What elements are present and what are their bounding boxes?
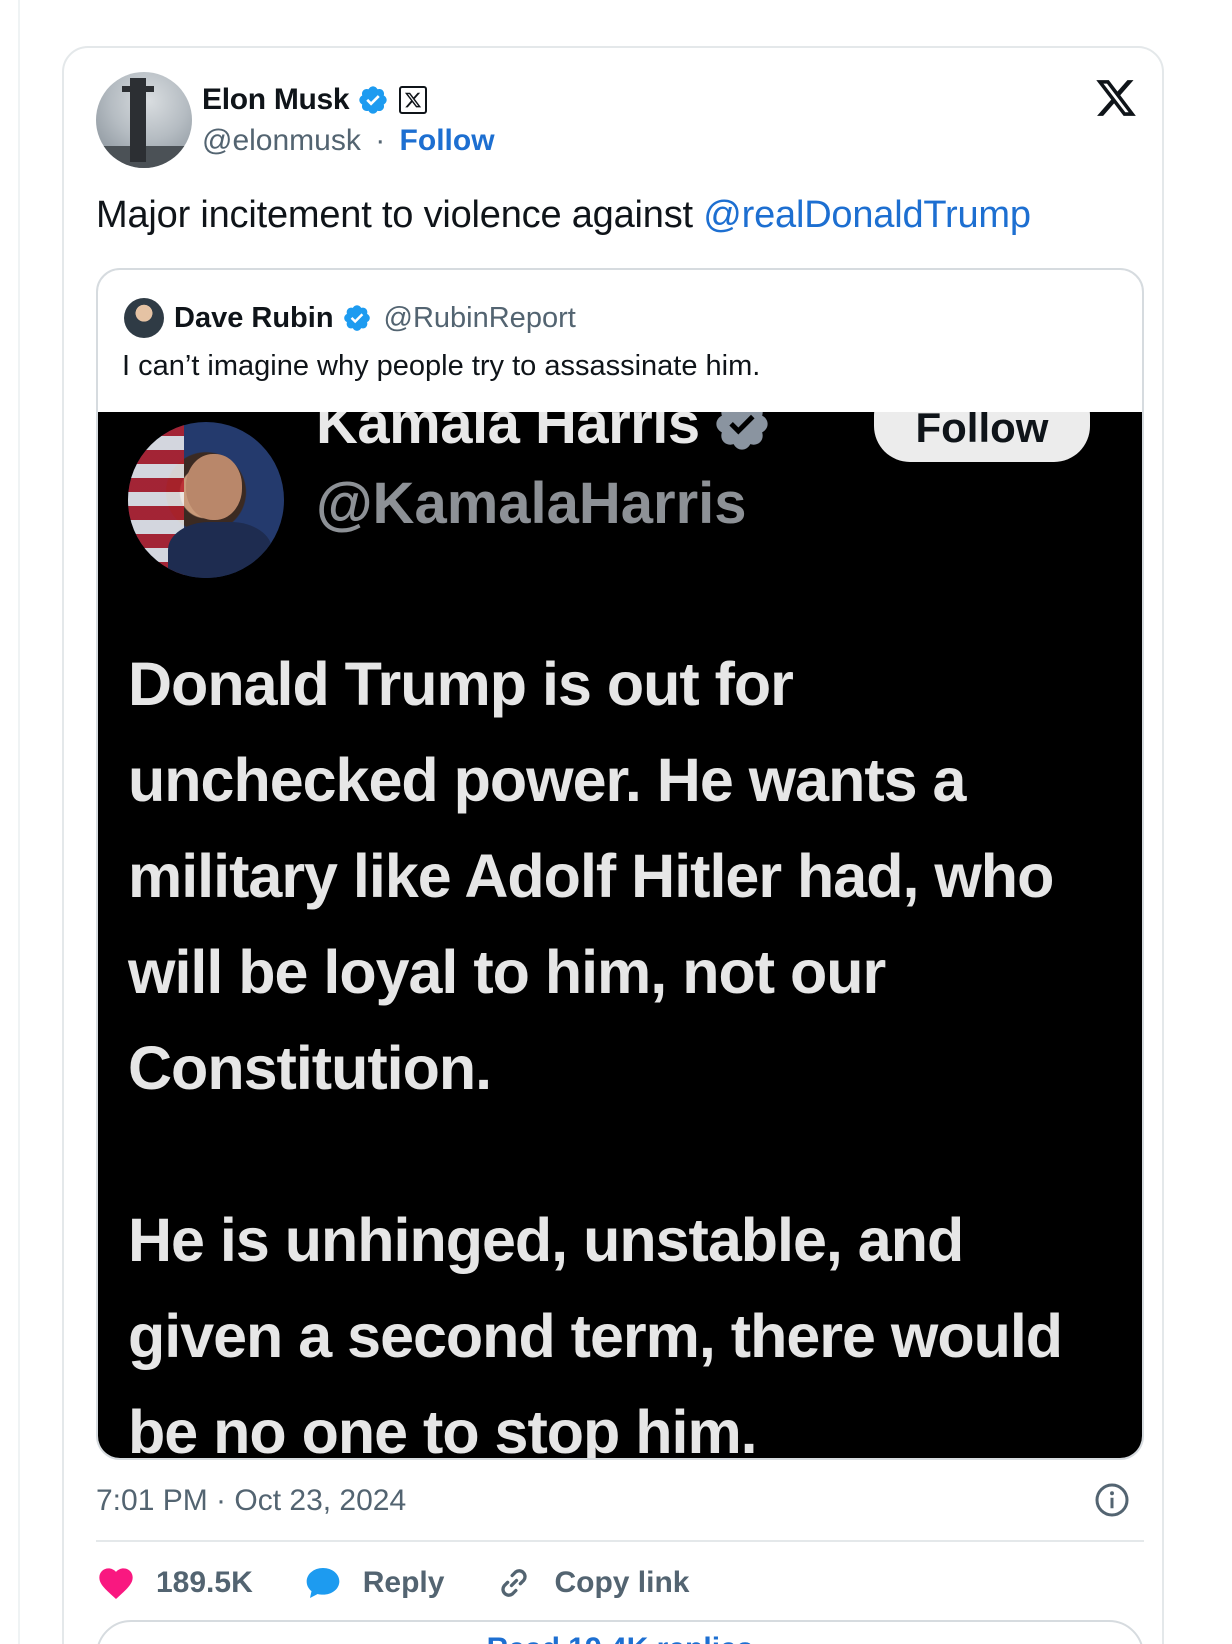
read-replies-button[interactable]: Read 19.4K replies [96,1620,1144,1644]
x-affiliation-badge-icon [399,86,428,114]
link-icon [501,1569,528,1597]
x-logo-icon[interactable] [1094,76,1138,120]
media-paragraph-1: Donald Trump is out for unchecked power.… [128,650,1054,1102]
handle-separator: · [375,124,386,157]
quoted-author-name: Dave Rubin [174,301,334,334]
like-button[interactable]: 189.5K [96,1563,253,1603]
tweet-text: Major incitement to violence against @re… [96,194,1031,237]
media-author-row: Kamala Harris [316,412,772,457]
quoted-media-screenshot[interactable]: Kamala Harris @KamalaHarris Follow Donal… [98,412,1142,1460]
reply-button[interactable]: Reply [303,1563,445,1603]
like-count: 189.5K [156,1566,253,1599]
author-handle-row: @elonmusk · Follow [202,124,495,158]
media-author-handle: @KamalaHarris [316,471,747,536]
quoted-tweet[interactable]: Dave Rubin @RubinReport I can’t imagine … [96,268,1144,1460]
media-paragraph-2: He is unhinged, unstable, and given a se… [128,1206,1063,1460]
kamala-avatar [128,422,284,578]
mention-link[interactable]: @realDonaldTrump [703,194,1031,236]
quoted-author-row: Dave Rubin @RubinReport [174,298,576,338]
avatar-face [186,454,242,520]
author-handle[interactable]: @elonmusk [202,124,361,157]
copy-link-button[interactable]: Copy link [494,1563,689,1603]
info-icon[interactable] [1094,1482,1130,1518]
quoted-author-avatar [124,298,164,338]
quoted-tweet-text: I can’t imagine why people try to assass… [122,350,761,382]
author-name-row: Elon Musk [202,80,428,120]
action-bar: 189.5K Reply Copy link [96,1558,739,1608]
verified-badge-icon [343,305,370,331]
copy-link-label: Copy link [554,1566,690,1599]
footer-divider [96,1540,1144,1542]
verified-badge-icon [716,412,768,450]
page-edge-divider [18,0,20,1644]
media-author-name: Kamala Harris [316,412,700,456]
reply-label: Reply [362,1566,445,1599]
quoted-author-handle: @RubinReport [383,301,576,334]
avatar-body [168,522,272,578]
verified-badge-icon [359,86,387,114]
follow-link[interactable]: Follow [400,124,495,157]
heart-icon [99,1568,133,1599]
author-name[interactable]: Elon Musk [202,83,350,117]
tweet-timestamp[interactable]: 7:01 PM · Oct 23, 2024 [96,1484,406,1518]
avatar-tower-arm [122,86,154,92]
author-avatar[interactable] [96,72,192,168]
media-follow-button: Follow [874,412,1090,462]
tweet-body: Major incitement to violence against [96,194,704,236]
speech-bubble-icon [306,1568,340,1598]
